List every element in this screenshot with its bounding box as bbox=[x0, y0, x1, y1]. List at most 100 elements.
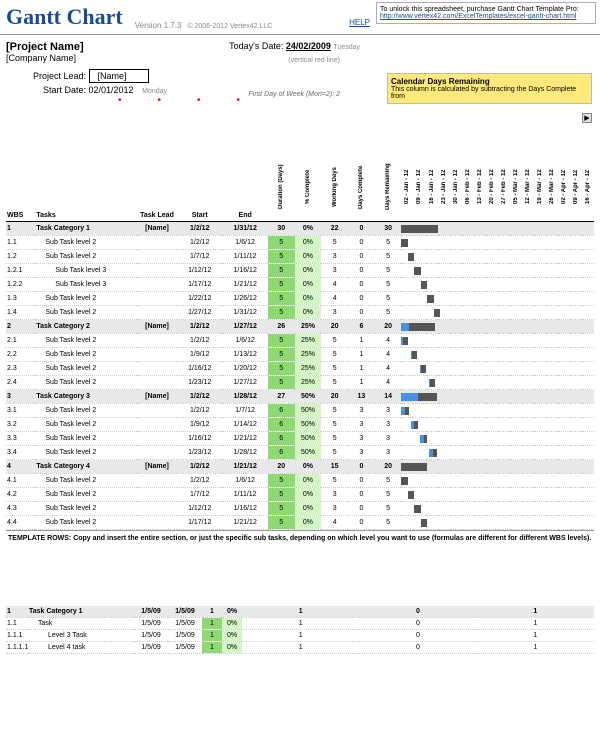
cell[interactable]: 2.4 bbox=[6, 376, 35, 390]
cell[interactable]: 3 bbox=[375, 404, 402, 418]
cell[interactable]: 5 bbox=[375, 502, 402, 516]
duration-cell[interactable]: 6 bbox=[268, 432, 295, 446]
cell[interactable]: 1/28/12 bbox=[222, 446, 267, 460]
lead-input[interactable]: [Name] bbox=[89, 69, 149, 83]
cell[interactable]: 0 bbox=[348, 306, 375, 320]
duration-cell[interactable]: 1 bbox=[202, 642, 222, 654]
cell[interactable]: 3.3 bbox=[6, 432, 35, 446]
cell[interactable]: 0 bbox=[348, 236, 375, 250]
cell[interactable]: 5 bbox=[321, 446, 348, 460]
cell[interactable]: 6 bbox=[348, 320, 375, 334]
cell[interactable]: 4 bbox=[321, 516, 348, 530]
duration-cell[interactable]: 5 bbox=[268, 278, 295, 292]
cell[interactable]: 0 bbox=[348, 292, 375, 306]
cell[interactable]: Sub Task level 2 bbox=[35, 516, 137, 530]
cell[interactable]: 5 bbox=[375, 474, 402, 488]
task-row[interactable]: 2.1Sub Task level 21/2/121/6/12525%514 bbox=[6, 334, 594, 348]
cell[interactable]: 0 bbox=[348, 222, 375, 236]
cell[interactable] bbox=[137, 446, 177, 460]
cell[interactable]: [Name] bbox=[137, 222, 177, 236]
cell[interactable]: 1/12/12 bbox=[177, 502, 222, 516]
cell[interactable]: 1/20/12 bbox=[222, 362, 267, 376]
pct-cell[interactable]: 0% bbox=[295, 236, 322, 250]
cell[interactable]: Sub Task level 2 bbox=[35, 432, 137, 446]
cell[interactable]: 3 bbox=[375, 432, 402, 446]
cell[interactable] bbox=[137, 404, 177, 418]
cell[interactable]: 30 bbox=[375, 222, 402, 236]
pct-cell[interactable]: 0% bbox=[295, 306, 322, 320]
task-row[interactable]: 3.4Sub Task level 21/23/121/28/12650%533 bbox=[6, 446, 594, 460]
cell[interactable]: 4.1 bbox=[6, 474, 35, 488]
today-date[interactable]: 24/02/2009 bbox=[286, 41, 331, 51]
cell[interactable]: 20 bbox=[375, 460, 402, 474]
cell[interactable]: 3 bbox=[348, 404, 375, 418]
task-row[interactable]: 4.1Sub Task level 21/2/121/6/1250%505 bbox=[6, 474, 594, 488]
cell[interactable]: 20 bbox=[321, 320, 348, 334]
cell[interactable]: 1/23/12 bbox=[177, 446, 222, 460]
cell[interactable] bbox=[137, 362, 177, 376]
task-row[interactable]: 2.4Sub Task level 21/23/121/27/12525%514 bbox=[6, 376, 594, 390]
cell[interactable]: 5 bbox=[321, 376, 348, 390]
pct-cell[interactable]: 0% bbox=[222, 618, 242, 630]
cell[interactable]: 5 bbox=[375, 236, 402, 250]
pct-cell[interactable]: 50% bbox=[295, 390, 322, 404]
cell[interactable]: 13 bbox=[348, 390, 375, 404]
cell[interactable] bbox=[137, 236, 177, 250]
cell[interactable]: 1/5/09 bbox=[134, 606, 168, 618]
cell[interactable]: 1/16/12 bbox=[222, 502, 267, 516]
cell[interactable] bbox=[137, 250, 177, 264]
cell[interactable] bbox=[137, 264, 177, 278]
cell[interactable]: 0 bbox=[348, 516, 375, 530]
cell[interactable]: 5 bbox=[375, 306, 402, 320]
duration-cell[interactable]: 20 bbox=[268, 460, 295, 474]
cell[interactable]: 4.3 bbox=[6, 502, 35, 516]
cell[interactable]: Sub Task level 2 bbox=[35, 488, 137, 502]
duration-cell[interactable]: 5 bbox=[268, 292, 295, 306]
duration-cell[interactable]: 6 bbox=[268, 404, 295, 418]
cell[interactable]: 14 bbox=[375, 390, 402, 404]
help-link[interactable]: HELP bbox=[349, 18, 370, 27]
cell[interactable]: 0 bbox=[359, 630, 476, 642]
cell[interactable]: 1/16/12 bbox=[222, 264, 267, 278]
task-row[interactable]: 2.3Sub Task level 21/16/121/20/12525%514 bbox=[6, 362, 594, 376]
cell[interactable]: 1/2/12 bbox=[177, 404, 222, 418]
pct-cell[interactable]: 0% bbox=[222, 642, 242, 654]
cell[interactable]: 1.1 bbox=[6, 618, 28, 630]
cell[interactable]: 3.2 bbox=[6, 418, 35, 432]
category-row[interactable]: 4Task Category 4[Name]1/2/121/21/12200%1… bbox=[6, 460, 594, 474]
cell[interactable]: 0 bbox=[348, 278, 375, 292]
cell[interactable]: 1 bbox=[348, 348, 375, 362]
promo-link[interactable]: http://www.vertex42.com/ExcelTemplates/e… bbox=[380, 13, 576, 20]
cell[interactable]: 3 bbox=[321, 250, 348, 264]
cell[interactable]: 0 bbox=[359, 606, 476, 618]
task-row[interactable]: 4.4Sub Task level 21/17/121/21/1250%405 bbox=[6, 516, 594, 530]
task-row[interactable]: 1.1.1Level 3 Task1/5/091/5/0910%101 bbox=[6, 630, 594, 642]
task-row[interactable]: 1.1.1.1Level 4 task1/5/091/5/0910%101 bbox=[6, 642, 594, 654]
cell[interactable]: 1/5/09 bbox=[134, 618, 168, 630]
cell[interactable] bbox=[137, 306, 177, 320]
pct-cell[interactable]: 0% bbox=[295, 460, 322, 474]
cell[interactable]: Sub Task level 2 bbox=[35, 446, 137, 460]
duration-cell[interactable]: 1 bbox=[202, 606, 222, 618]
cell[interactable]: 1 bbox=[242, 642, 359, 654]
pct-cell[interactable]: 25% bbox=[295, 334, 322, 348]
task-row[interactable]: 4.2Sub Task level 21/7/121/11/1250%305 bbox=[6, 488, 594, 502]
cell[interactable]: 1/5/09 bbox=[168, 630, 202, 642]
pct-cell[interactable]: 0% bbox=[295, 474, 322, 488]
cell[interactable]: 1/5/09 bbox=[134, 642, 168, 654]
duration-cell[interactable]: 1 bbox=[202, 630, 222, 642]
cell[interactable] bbox=[104, 630, 134, 642]
pct-cell[interactable]: 0% bbox=[295, 292, 322, 306]
cell[interactable]: 1.2.2 bbox=[6, 278, 35, 292]
cell[interactable]: 1/27/12 bbox=[222, 376, 267, 390]
cell[interactable]: 5 bbox=[375, 264, 402, 278]
duration-cell[interactable]: 5 bbox=[268, 236, 295, 250]
cell[interactable]: 0 bbox=[348, 502, 375, 516]
cell[interactable]: 1/7/12 bbox=[177, 250, 222, 264]
cell[interactable]: 5 bbox=[375, 488, 402, 502]
cell[interactable]: 1/13/12 bbox=[222, 348, 267, 362]
pct-cell[interactable]: 0% bbox=[295, 222, 322, 236]
cell[interactable]: Sub Task level 3 bbox=[35, 278, 137, 292]
cell[interactable] bbox=[137, 348, 177, 362]
cell[interactable]: 1/21/12 bbox=[222, 516, 267, 530]
